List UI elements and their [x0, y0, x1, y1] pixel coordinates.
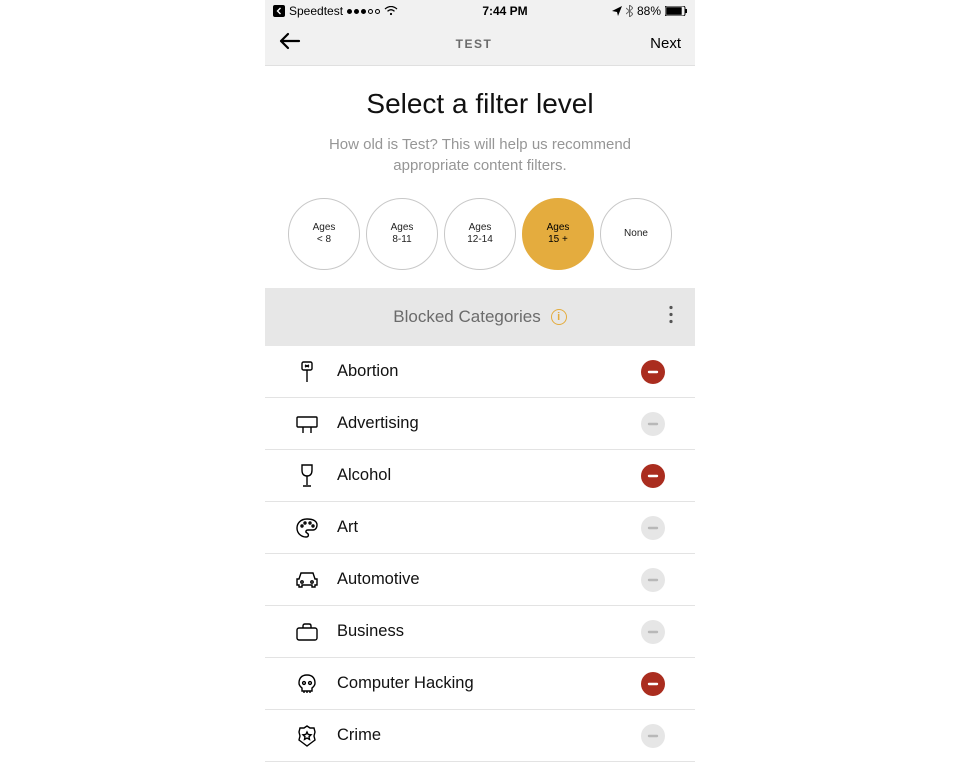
age-pill-line2: 12-14	[467, 234, 493, 247]
more-menu-button[interactable]	[669, 306, 673, 329]
age-pill-line2: 15 +	[548, 234, 568, 247]
palette-icon	[295, 518, 319, 538]
location-icon	[612, 6, 622, 16]
category-toggle[interactable]	[641, 568, 665, 592]
category-toggle[interactable]	[641, 672, 665, 696]
category-toggle[interactable]	[641, 724, 665, 748]
category-toggle[interactable]	[641, 516, 665, 540]
category-label: Abortion	[337, 362, 641, 381]
protest-icon	[295, 361, 319, 383]
blocked-categories-header: Blocked Categories i	[265, 288, 695, 346]
section-title: Blocked Categories	[393, 307, 540, 327]
category-toggle[interactable]	[641, 412, 665, 436]
age-pill-line1: Ages	[469, 222, 492, 235]
more-vertical-icon	[669, 306, 673, 324]
page-subtitle: How old is Test? This will help us recom…	[289, 134, 671, 176]
age-pill-4[interactable]: None	[600, 198, 672, 270]
category-row[interactable]: Abortion	[265, 346, 695, 398]
age-pill-line1: Ages	[313, 222, 336, 235]
car-icon	[295, 571, 319, 589]
badge-icon	[295, 725, 319, 747]
arrow-left-icon	[279, 32, 301, 50]
category-row[interactable]: Alcohol	[265, 450, 695, 502]
age-pill-line2: < 8	[317, 234, 331, 247]
billboard-icon	[295, 414, 319, 434]
category-label: Business	[337, 622, 641, 641]
age-pill-line1: None	[624, 228, 648, 241]
category-label: Crime	[337, 726, 641, 745]
age-pill-0[interactable]: Ages< 8	[288, 198, 360, 270]
battery-percent: 88%	[637, 4, 661, 18]
briefcase-icon	[295, 623, 319, 641]
age-pill-line1: Ages	[391, 222, 414, 235]
age-pill-2[interactable]: Ages12-14	[444, 198, 516, 270]
category-label: Advertising	[337, 414, 641, 433]
breadcrumb-app[interactable]: Speedtest	[289, 4, 343, 18]
next-button[interactable]: Next	[641, 35, 681, 52]
back-button[interactable]	[279, 32, 307, 55]
category-row[interactable]: Advertising	[265, 398, 695, 450]
bluetooth-icon	[626, 5, 633, 17]
category-toggle[interactable]	[641, 620, 665, 644]
age-pill-1[interactable]: Ages8-11	[366, 198, 438, 270]
wine-icon	[295, 464, 319, 488]
wifi-icon	[384, 6, 398, 16]
nav-bar: TEST Next	[265, 22, 695, 66]
category-toggle[interactable]	[641, 464, 665, 488]
battery-icon	[665, 6, 687, 16]
nav-title: TEST	[456, 37, 493, 51]
page-title: Select a filter level	[289, 88, 671, 120]
category-row[interactable]: Computer Hacking	[265, 658, 695, 710]
age-selector: Ages< 8Ages8-11Ages12-14Ages15 +None	[265, 194, 695, 288]
age-pill-line2: 8-11	[392, 234, 411, 247]
category-row[interactable]: Business	[265, 606, 695, 658]
category-toggle[interactable]	[641, 360, 665, 384]
status-bar-time: 7:44 PM	[482, 4, 527, 18]
breadcrumb-back-icon	[273, 5, 285, 17]
status-bar-right: 88%	[612, 4, 687, 18]
page-header: Select a filter level How old is Test? T…	[265, 66, 695, 194]
category-label: Automotive	[337, 570, 641, 589]
status-bar: Speedtest 7:44 PM 88%	[265, 0, 695, 22]
age-pill-line1: Ages	[547, 222, 570, 235]
category-row[interactable]: Automotive	[265, 554, 695, 606]
status-bar-left: Speedtest	[273, 4, 398, 18]
app-screen: Speedtest 7:44 PM 88% TEST Next Select a…	[265, 0, 695, 768]
category-list: Abortion Advertising Alcohol Art Automotive B…	[265, 346, 695, 762]
category-label: Computer Hacking	[337, 674, 641, 693]
skull-icon	[295, 674, 319, 694]
category-label: Alcohol	[337, 466, 641, 485]
signal-strength-icon	[347, 9, 380, 14]
category-row[interactable]: Art	[265, 502, 695, 554]
age-pill-3[interactable]: Ages15 +	[522, 198, 594, 270]
category-row[interactable]: Crime	[265, 710, 695, 762]
category-label: Art	[337, 518, 641, 537]
info-icon[interactable]: i	[551, 309, 567, 325]
